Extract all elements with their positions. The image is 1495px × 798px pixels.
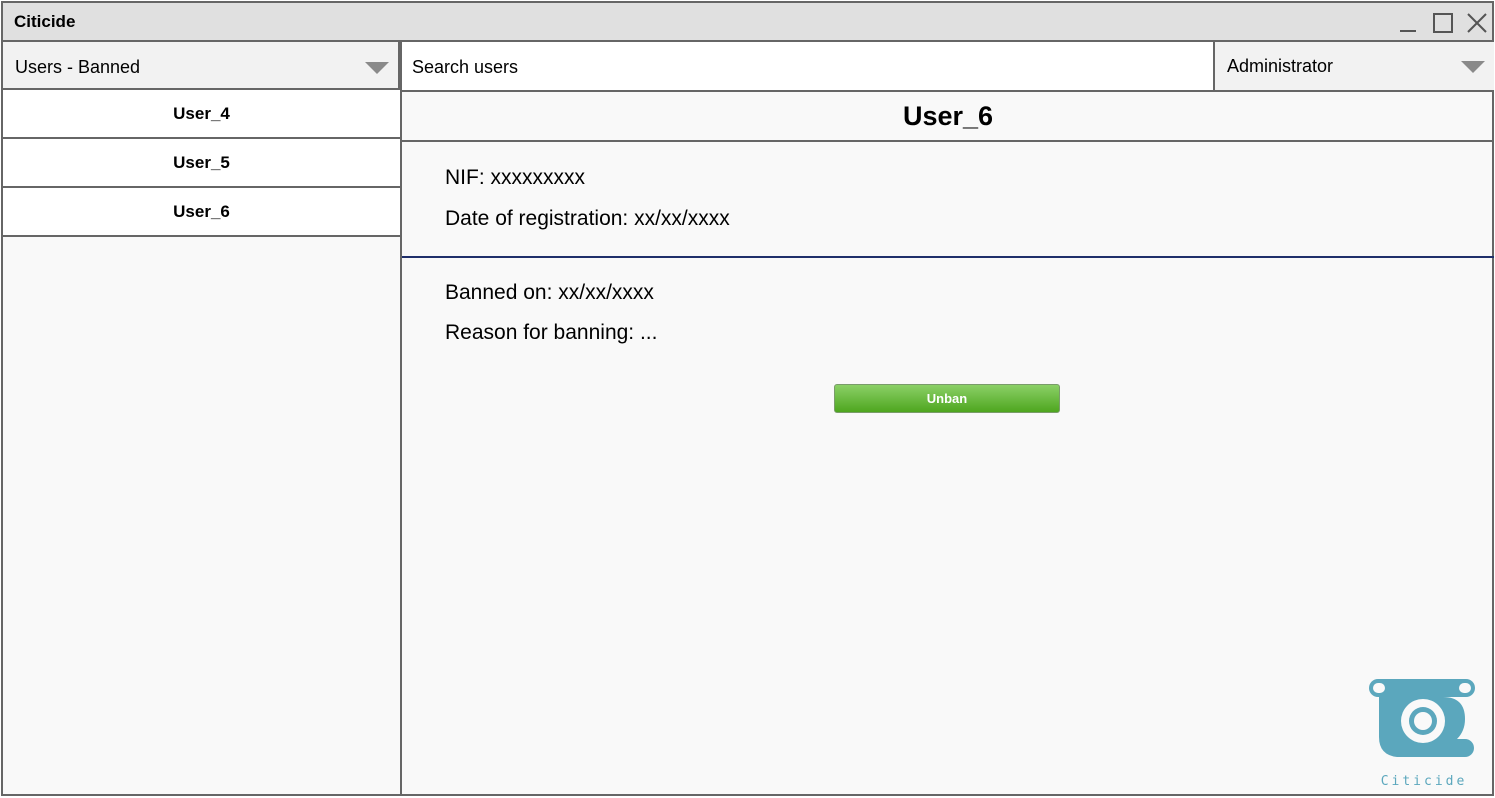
unban-button[interactable]: Unban [834, 384, 1060, 413]
sidebar-item-label: User_4 [173, 103, 230, 123]
sidebar-item-user-4[interactable]: User_4 [3, 90, 400, 139]
sidebar-item-label: User_5 [173, 152, 230, 172]
citicide-logo [1369, 679, 1475, 757]
banned-on-text: Banned on: xx/xx/xxxx [445, 281, 654, 304]
role-dropdown[interactable]: Administrator [1213, 42, 1494, 92]
minimize-icon[interactable] [1396, 11, 1420, 35]
close-icon[interactable] [1465, 11, 1489, 35]
title-bar: Citicide [3, 3, 1492, 42]
user-list: User_4 User_5 User_6 [3, 90, 402, 796]
app-window: Citicide Users - Banned Administrator Us… [1, 1, 1494, 796]
app-title: Citicide [14, 12, 76, 31]
section-divider [402, 256, 1494, 258]
sidebar-item-user-5[interactable]: User_5 [3, 139, 400, 188]
detail-header: User_6 [402, 92, 1494, 142]
maximize-icon[interactable] [1431, 11, 1455, 35]
search-box[interactable] [400, 42, 1213, 92]
nif-text: NIF: xxxxxxxxx [445, 166, 585, 189]
page-title: User_6 [902, 100, 994, 131]
logo-text: Citicide [1380, 774, 1468, 789]
registration-date-text: Date of registration: xx/xx/xxxx [445, 207, 730, 230]
role-dropdown-value: Administrator [1227, 56, 1334, 76]
sidebar-item-user-6[interactable]: User_6 [3, 188, 400, 237]
search-input[interactable] [412, 55, 1192, 79]
sidebar-item-label: User_6 [173, 201, 230, 221]
ban-reason-text: Reason for banning: ... [445, 321, 658, 344]
category-dropdown-value: Users - Banned [15, 57, 141, 77]
chevron-down-icon [365, 62, 389, 74]
chevron-down-icon [1461, 61, 1485, 73]
category-dropdown[interactable]: Users - Banned [3, 42, 400, 90]
